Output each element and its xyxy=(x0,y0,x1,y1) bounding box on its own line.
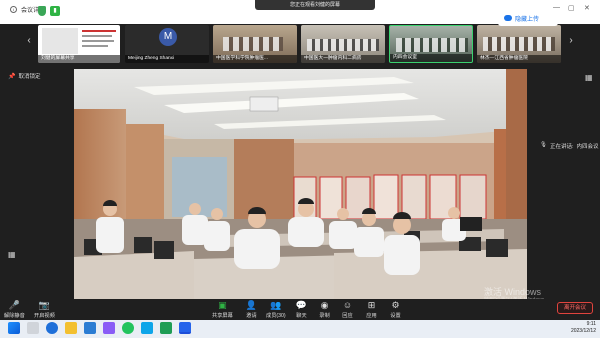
file-explorer-icon[interactable] xyxy=(65,322,77,334)
video-button[interactable]: 📷 开启视频 xyxy=(34,300,55,320)
record-icon: ◉ xyxy=(320,300,329,310)
tencent-meeting-icon[interactable] xyxy=(179,322,191,334)
apps-icon: ⊞ xyxy=(367,300,376,310)
clock-date: 2023/12/12 xyxy=(570,328,596,334)
participant-name: 内四会议室 xyxy=(390,54,472,62)
apps-button[interactable]: ⊞ 应用 xyxy=(366,300,377,320)
members-icon: 👥 xyxy=(270,300,282,310)
share-screen-icon: ▣ xyxy=(218,300,227,310)
invite-button[interactable]: 👤 邀请 xyxy=(245,300,258,320)
layout-grid-icon[interactable]: ▦ xyxy=(585,73,593,82)
pin-icon: 📌 xyxy=(8,73,16,80)
app-icon[interactable] xyxy=(160,322,172,334)
participant-thumb[interactable]: M Meijing Zheng Shanxi xyxy=(125,25,209,63)
strip-next-arrow-icon[interactable]: › xyxy=(566,30,576,52)
mail-icon[interactable] xyxy=(84,322,96,334)
chat-button[interactable]: 💬 聊天 xyxy=(295,300,308,320)
windows-start-icon[interactable] xyxy=(8,322,20,334)
gear-icon: ⚙ xyxy=(391,300,400,310)
app-icon[interactable] xyxy=(141,322,153,334)
participant-name: 林杰—江西省肿瘤医院 xyxy=(477,55,561,63)
participant-thumb[interactable]: 林杰—江西省肿瘤医院 xyxy=(477,25,561,63)
speaker-icon: 🎙 xyxy=(540,142,547,148)
viewing-banner: 您正在观看刘健的屏幕 xyxy=(255,0,375,10)
camera-icon: 📷 xyxy=(38,300,50,310)
wechat-icon[interactable] xyxy=(122,322,134,334)
participant-thumb[interactable]: 内四会议室 xyxy=(389,25,473,63)
cancel-pin-button[interactable]: 📌 取消锁定 xyxy=(8,72,41,81)
participant-thumb[interactable]: 中国医学科学院肿瘤医... xyxy=(213,25,297,63)
share-screen-button[interactable]: ▣ 共享屏幕 xyxy=(212,300,233,320)
cloud-icon xyxy=(504,15,512,21)
record-button[interactable]: ◉ 录制 xyxy=(319,300,330,320)
avatar: M xyxy=(159,28,177,46)
participant-name: 中国医学科学院肿瘤医... xyxy=(213,55,297,63)
conference-room-video xyxy=(74,69,527,299)
settings-button[interactable]: ⚙ 设置 xyxy=(390,300,401,320)
restore-button[interactable]: ▢ xyxy=(568,4,575,12)
mute-button[interactable]: 🎤 解除静音 xyxy=(4,300,25,320)
participant-name: 刘健的屏幕共享 xyxy=(38,55,120,63)
active-speaker-indicator: 🎙 正在讲话: 内四会议 xyxy=(540,142,599,150)
participant-thumb[interactable]: 中国医大一肿瘤内科二病房 xyxy=(301,25,385,63)
reaction-button[interactable]: ☺ 回应 xyxy=(342,300,353,320)
strip-prev-arrow-icon[interactable]: ‹ xyxy=(24,30,34,52)
reaction-icon: ☺ xyxy=(342,300,353,310)
chat-icon: 💬 xyxy=(295,300,308,310)
search-icon[interactable] xyxy=(27,322,39,334)
gallery-view-icon[interactable]: ▦ xyxy=(8,250,16,259)
members-button[interactable]: 👥 成员(30) xyxy=(266,300,286,320)
leave-meeting-button[interactable]: 离开会议 xyxy=(557,302,593,314)
invite-icon: 👤 xyxy=(245,300,258,310)
main-video xyxy=(74,69,527,299)
participant-thumb[interactable]: 刘健的屏幕共享 xyxy=(38,25,120,63)
close-button[interactable]: ✕ xyxy=(584,4,590,12)
app-icon[interactable] xyxy=(103,322,115,334)
info-icon: i xyxy=(10,6,17,13)
clock-time: 9:11 xyxy=(586,321,596,327)
system-clock[interactable]: 9:11 2023/12/12 xyxy=(554,321,596,335)
microphone-icon: 🎤 xyxy=(8,300,20,310)
signal-icon[interactable]: ▮ xyxy=(50,6,60,16)
participant-name: Meijing Zheng Shanxi xyxy=(125,55,209,63)
edge-browser-icon[interactable] xyxy=(46,322,58,334)
participant-name: 中国医大一肿瘤内科二病房 xyxy=(301,55,385,63)
upload-button[interactable]: 隐藏上传 xyxy=(498,10,558,26)
security-shield-icon[interactable] xyxy=(38,6,46,16)
